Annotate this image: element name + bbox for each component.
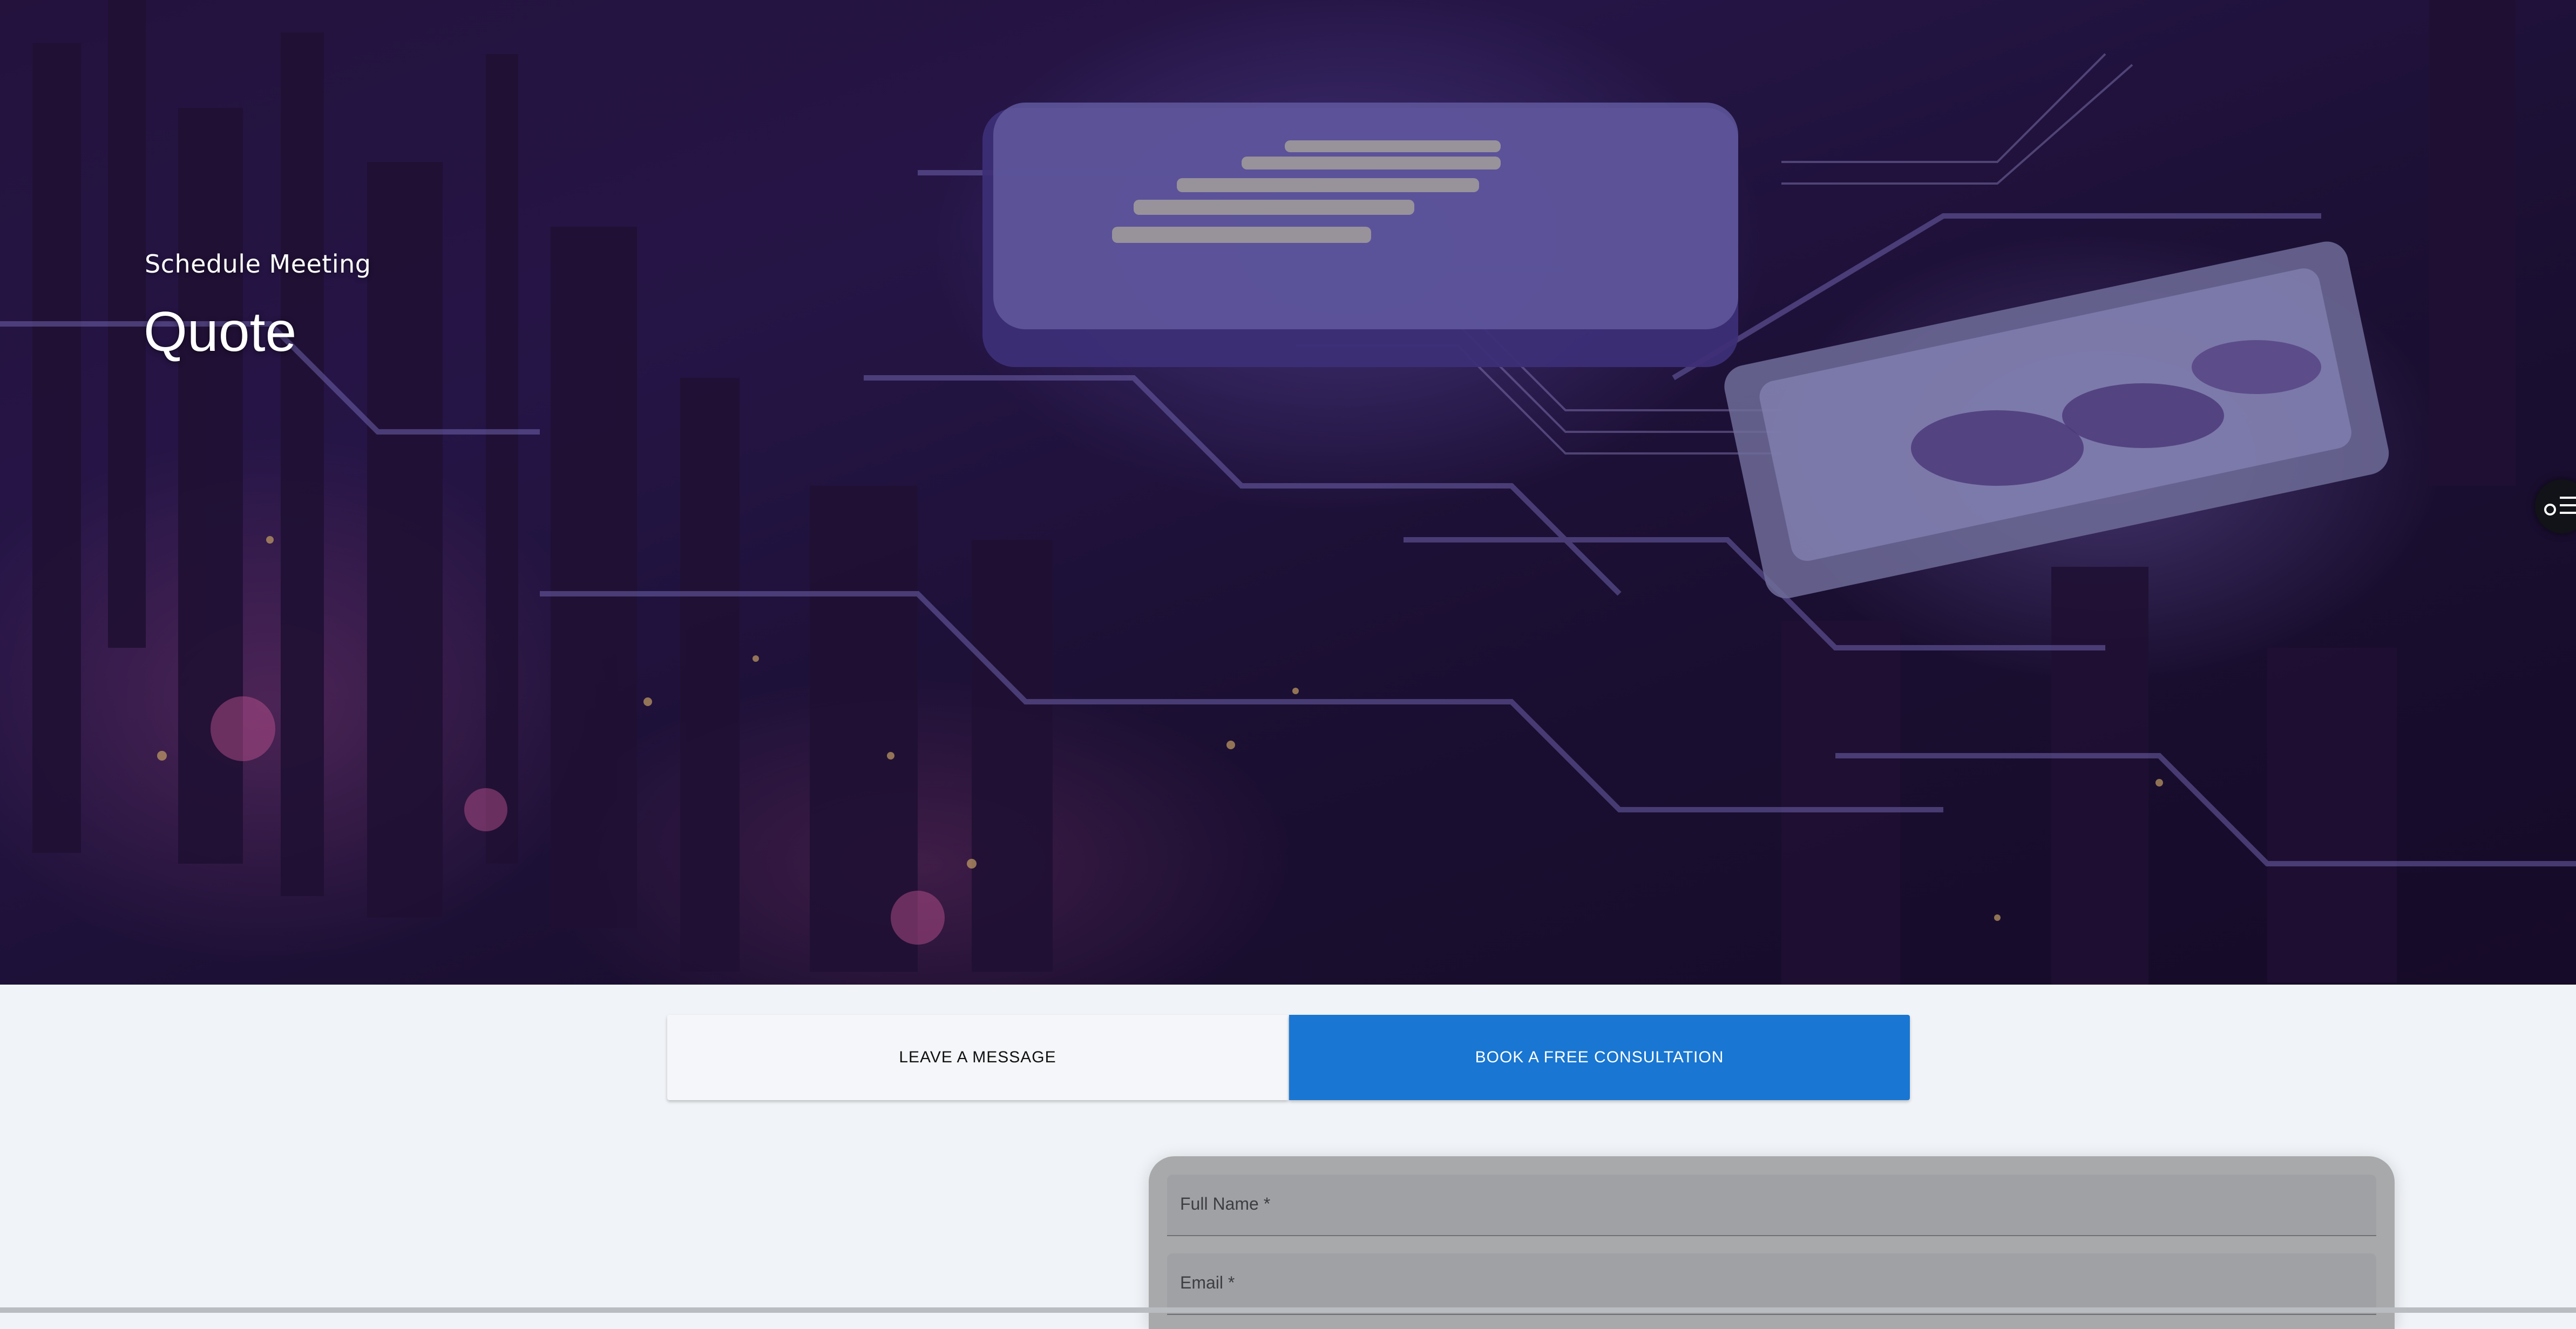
- email-field[interactable]: Email *: [1167, 1253, 2378, 1315]
- page-title: Quote: [144, 301, 297, 363]
- hero-banner: Schedule Meeting Quote: [0, 0, 2576, 985]
- contact-form-card: Full Name * Email *: [1149, 1156, 2395, 1329]
- full-name-input[interactable]: [1167, 1175, 2378, 1236]
- tab-leave-a-message[interactable]: LEAVE A MESSAGE: [667, 1015, 1288, 1100]
- hero-subtitle: Schedule Meeting: [145, 249, 371, 279]
- email-input[interactable]: [1167, 1253, 2378, 1315]
- bottom-divider: [0, 1307, 2576, 1313]
- hero-overlay: [0, 0, 2576, 985]
- full-name-field[interactable]: Full Name *: [1167, 1175, 2378, 1236]
- tab-book-free-consultation[interactable]: BOOK A FREE CONSULTATION: [1289, 1015, 1910, 1100]
- settings-list-icon: [2544, 497, 2576, 516]
